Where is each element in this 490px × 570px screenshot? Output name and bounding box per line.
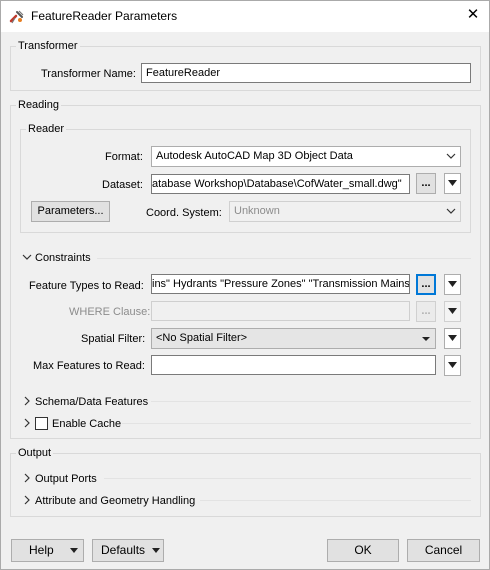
- format-dropdown[interactable]: Autodesk AutoCAD Map 3D Object Data: [151, 146, 461, 167]
- cache-divider: [122, 423, 471, 424]
- feature-reader-dialog: FeatureReader Parameters ✕ Transformer T…: [0, 0, 490, 570]
- spatial-filter-label: Spatial Filter:: [81, 333, 146, 345]
- enable-cache-label: Enable Cache: [52, 418, 122, 430]
- dataset-options-button[interactable]: [444, 173, 461, 194]
- reading-legend: Reading: [16, 99, 61, 111]
- chevron-right-icon[interactable]: [22, 396, 32, 406]
- feature-types-value: ins" Hydrants "Pressure Zones" "Transmis…: [152, 278, 410, 290]
- feature-types-options-button[interactable]: [444, 274, 461, 295]
- format-value: Autodesk AutoCAD Map 3D Object Data: [156, 150, 353, 162]
- where-clause-options-button[interactable]: [444, 301, 461, 322]
- output-ports-header[interactable]: Output Ports: [35, 473, 97, 485]
- title-bar: FeatureReader Parameters ✕: [1, 1, 489, 32]
- window-title: FeatureReader Parameters: [31, 9, 178, 23]
- feature-types-browse-button[interactable]: ...: [416, 274, 436, 295]
- transformer-legend: Transformer: [16, 40, 80, 52]
- format-label: Format:: [105, 151, 143, 163]
- chevron-right-icon[interactable]: [22, 495, 32, 505]
- coord-system-label: Coord. System:: [146, 207, 222, 219]
- transformer-name-field[interactable]: FeatureReader: [141, 63, 471, 83]
- coord-system-dropdown[interactable]: Unknown: [229, 201, 461, 222]
- transformer-name-label: Transformer Name:: [41, 68, 136, 80]
- triangle-down-icon: [448, 281, 457, 287]
- max-features-options-button[interactable]: [444, 355, 461, 376]
- coord-system-value: Unknown: [234, 205, 280, 217]
- defaults-button[interactable]: Defaults: [92, 539, 164, 562]
- output-legend: Output: [16, 447, 54, 459]
- output-ports-divider: [104, 478, 471, 479]
- max-features-field[interactable]: [151, 355, 436, 375]
- triangle-down-icon: [448, 362, 457, 368]
- chevron-down-icon: [446, 153, 456, 159]
- chevron-down-icon[interactable]: [22, 252, 32, 262]
- attribute-geometry-header[interactable]: Attribute and Geometry Handling: [35, 495, 195, 507]
- help-button[interactable]: Help: [11, 539, 84, 562]
- close-icon[interactable]: ✕: [465, 7, 481, 23]
- attribute-divider: [200, 500, 471, 501]
- where-clause-field[interactable]: [151, 301, 410, 321]
- ok-button[interactable]: OK: [327, 539, 399, 562]
- dataset-value: atabase Workshop\Database\CofWater_small…: [152, 178, 402, 190]
- parameters-button[interactable]: Parameters...: [31, 201, 110, 222]
- chevron-right-icon[interactable]: [22, 473, 32, 483]
- transformer-icon: [9, 10, 24, 24]
- spatial-filter-dropdown[interactable]: <No Spatial Filter>: [151, 328, 436, 349]
- triangle-down-icon: [448, 180, 457, 186]
- triangle-down-icon: [448, 335, 457, 341]
- chevron-down-icon: [422, 337, 430, 341]
- schema-data-features-header[interactable]: Schema/Data Features: [35, 396, 148, 408]
- triangle-down-icon: [70, 548, 78, 553]
- dataset-field[interactable]: atabase Workshop\Database\CofWater_small…: [151, 174, 410, 194]
- chevron-right-icon[interactable]: [22, 418, 32, 428]
- enable-cache-checkbox[interactable]: [35, 417, 48, 430]
- constraints-header[interactable]: Constraints: [35, 252, 91, 264]
- reader-legend: Reader: [26, 123, 67, 135]
- max-features-label: Max Features to Read:: [33, 360, 145, 372]
- dataset-label: Dataset:: [102, 179, 143, 191]
- schema-divider: [151, 401, 471, 402]
- where-clause-label: WHERE Clause:: [69, 306, 151, 318]
- dataset-browse-button[interactable]: ...: [416, 173, 436, 194]
- cancel-button[interactable]: Cancel: [407, 539, 480, 562]
- spatial-filter-value: <No Spatial Filter>: [156, 332, 248, 344]
- output-group: [10, 453, 481, 517]
- spatial-filter-options-button[interactable]: [444, 328, 461, 349]
- triangle-down-icon: [448, 308, 457, 314]
- feature-types-field[interactable]: ins" Hydrants "Pressure Zones" "Transmis…: [151, 274, 410, 294]
- constraints-divider: [97, 258, 471, 259]
- feature-types-label: Feature Types to Read:: [29, 280, 144, 292]
- defaults-button-label: Defaults: [101, 543, 146, 557]
- help-button-label: Help: [29, 543, 54, 557]
- triangle-down-icon: [152, 548, 160, 553]
- where-clause-browse-button[interactable]: ...: [416, 301, 436, 322]
- chevron-down-icon: [446, 208, 456, 214]
